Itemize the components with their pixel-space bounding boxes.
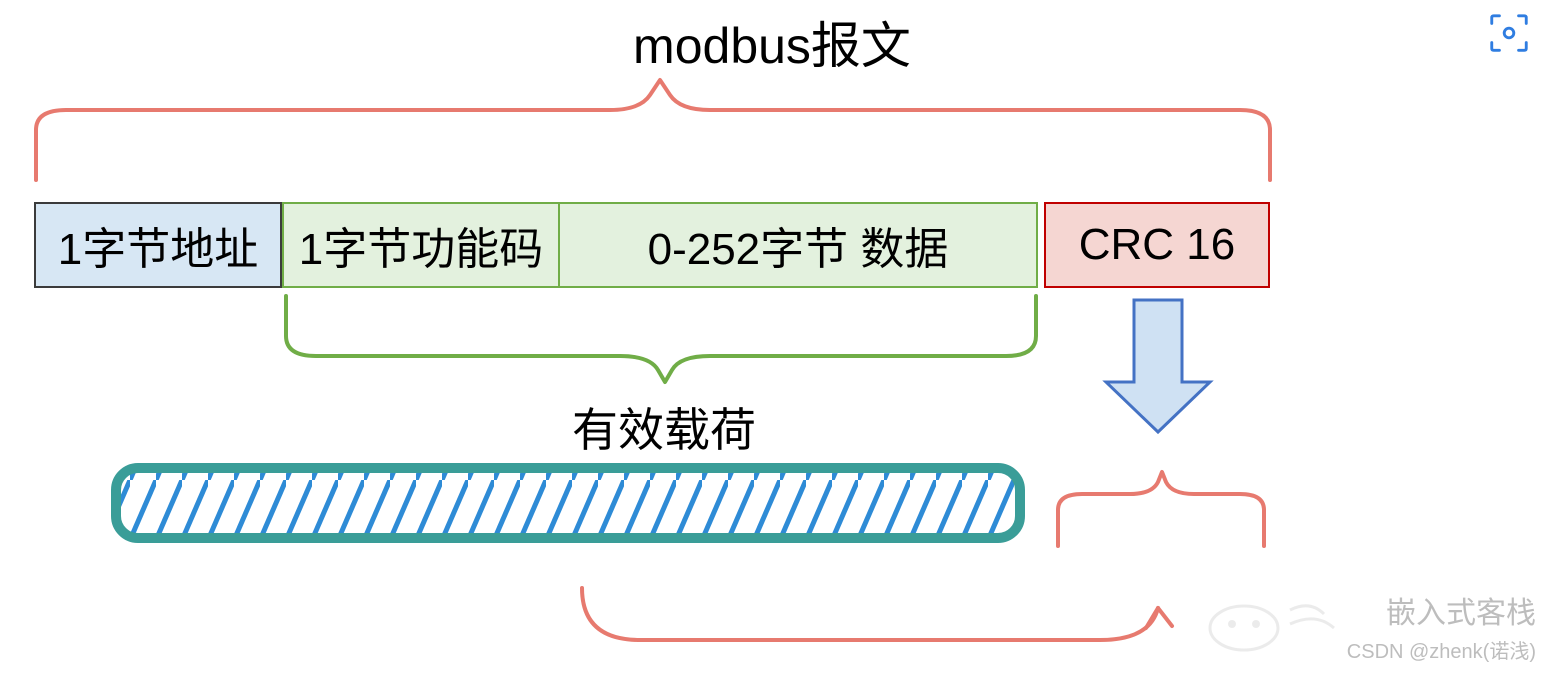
field-function-code: 1字节功能码	[282, 202, 560, 288]
brace-bottom-arrowhead	[1146, 608, 1172, 628]
payload-bar	[116, 468, 1020, 538]
watermark-logo	[1204, 598, 1344, 654]
field-crc: CRC 16	[1044, 202, 1270, 288]
overlay-svg	[0, 0, 1544, 692]
payload-label: 有效载荷	[282, 394, 1046, 460]
focus-icon[interactable]	[1486, 10, 1532, 56]
brace-bottom	[582, 588, 1158, 640]
brace-top	[36, 80, 1270, 180]
watermark-line1: 嵌入式客栈	[1386, 588, 1536, 632]
field-address: 1字节地址	[34, 202, 282, 288]
brace-crc-top	[1058, 472, 1264, 546]
modbus-frame-fields: 1字节地址 1字节功能码 0-252字节 数据 CRC 16	[34, 202, 1270, 288]
crc-arrow-down	[1106, 300, 1210, 432]
brace-payload	[286, 296, 1036, 382]
watermark-line2: CSDN @zhenk(诺浅)	[1347, 635, 1536, 664]
diagram-title: modbus报文	[0, 6, 1544, 78]
field-data: 0-252字节 数据	[560, 202, 1038, 288]
